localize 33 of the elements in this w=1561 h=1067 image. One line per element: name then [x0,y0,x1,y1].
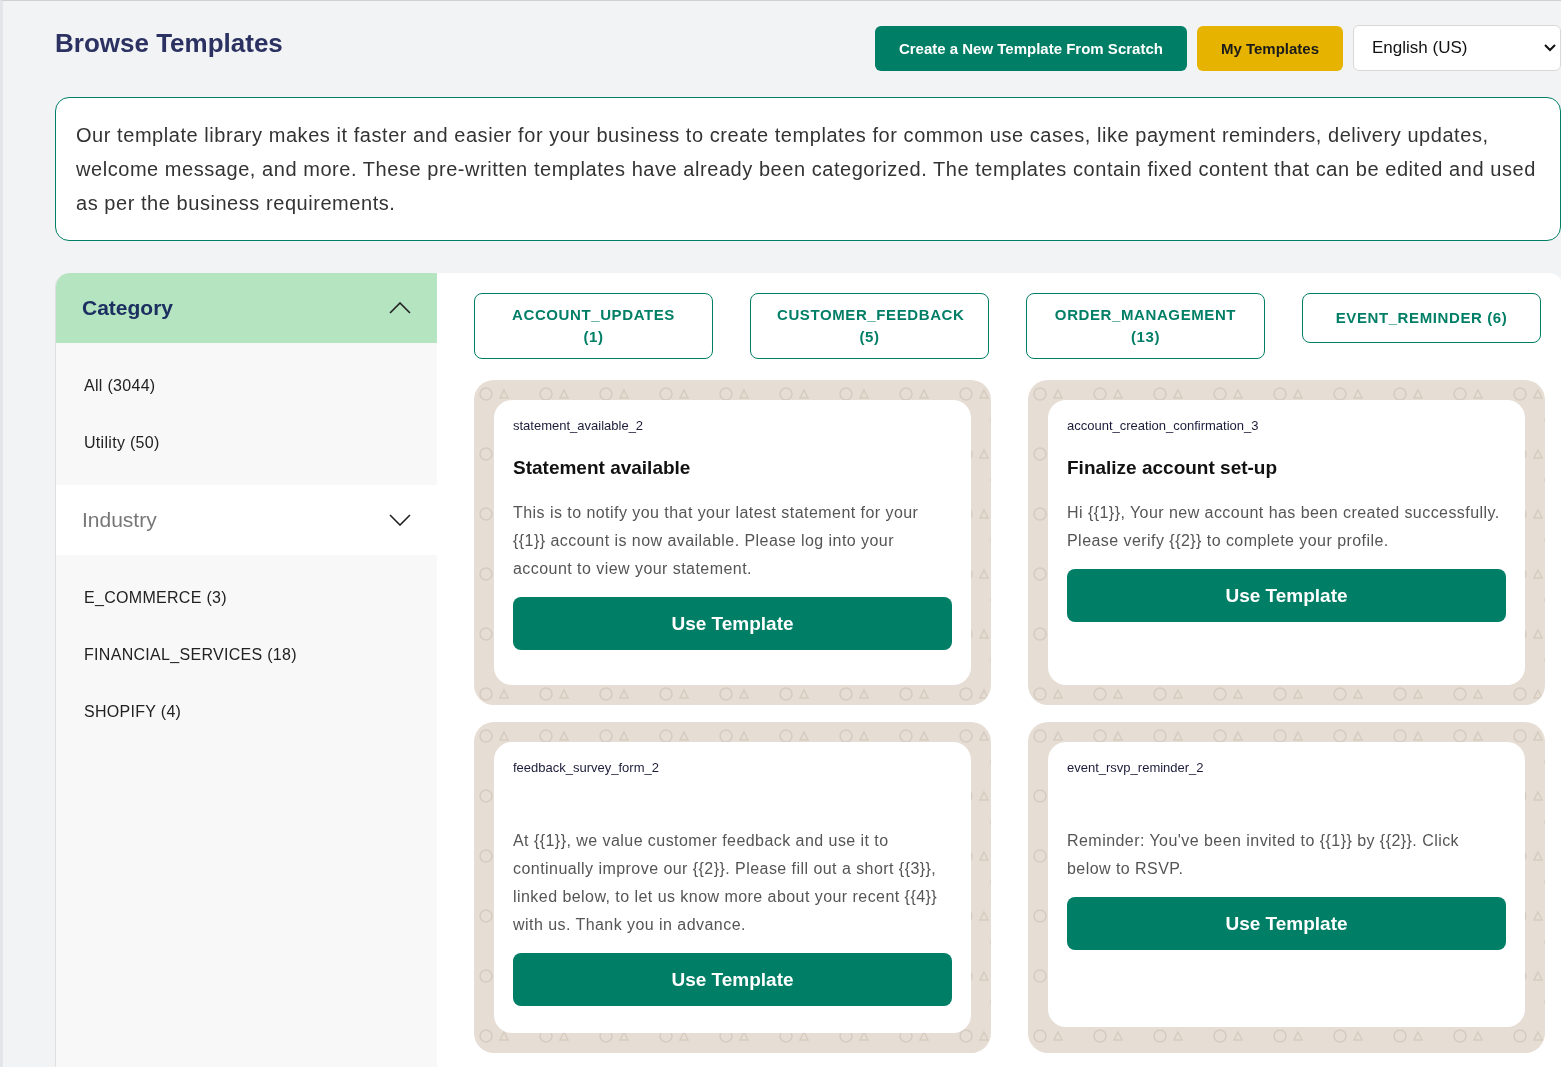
chevron-down-icon [389,514,411,526]
my-templates-button[interactable]: My Templates [1196,25,1343,71]
sidebar-item[interactable]: FINANCIAL_SERVICES (18) [56,626,437,683]
template-name: event_rsvp_reminder_2 [1067,760,1205,775]
sidebar-section-header[interactable]: Category [56,273,437,343]
page-title: Browse Templates [55,27,283,59]
create-template-button[interactable]: Create a New Template From Scratch [874,25,1187,71]
category-filter-button[interactable]: CUSTOMER_FEEDBACK (5) [750,293,989,359]
caret-icon [1544,44,1556,52]
template-title: Finalize account set-up [1067,457,1279,479]
sidebar-item[interactable]: All (3044) [56,357,437,414]
category-filter-button[interactable]: EVENT_REMINDER (6) [1302,293,1541,343]
template-body: This is to notify you that your latest statement for your {{1}} account is now available. Please log into your account to view your statement. [513,503,920,579]
use-template-button[interactable]: Use Template [1067,897,1506,950]
sidebar-item[interactable]: SHOPIFY (4) [56,683,437,740]
template-body: At {{1}}, we value customer feedback and use it to continually improve our {{2}}. Please fill out a short {{3}}, linked below, to let us know more about your recent {{4}} with us. Thank you in advance. [513,831,939,935]
language-select[interactable]: English (US) [1353,25,1561,71]
template-body: Hi {{1}}, Your new account has been created successfully. Please verify {{2}} to complete your profile. [1067,503,1501,551]
use-template-button[interactable]: Use Template [513,597,952,650]
sidebar-item[interactable]: Utility (50) [56,414,437,471]
use-template-button[interactable]: Use Template [1067,569,1506,622]
use-template-button[interactable]: Use Template [513,953,952,1006]
intro-text: Our template library makes it faster and easier for your business to create templates for common use cases, like payment reminders, delivery updates, welcome message, and more. These pre-written templates have already been categorized. The templates contain fixed content that can be edited and used as per the business requirements. [76,123,1537,216]
template-name: feedback_survey_form_2 [513,760,660,775]
category-filter-button[interactable]: ACCOUNT_UPDATES (1) [474,293,713,359]
chevron-up-icon [389,302,411,314]
template-body: Reminder: You've been invited to {{1}} by {{2}}. Click below to RSVP. [1067,831,1461,879]
sidebar-item[interactable]: E_COMMERCE (3) [56,569,437,626]
template-name: account_creation_confirmation_3 [1067,418,1260,433]
template-title: Statement available [513,457,692,479]
category-filter-button[interactable]: ORDER_MANAGEMENT (13) [1026,293,1265,359]
sidebar-section-header[interactable]: Industry [56,485,437,555]
template-name: statement_available_2 [513,418,645,433]
